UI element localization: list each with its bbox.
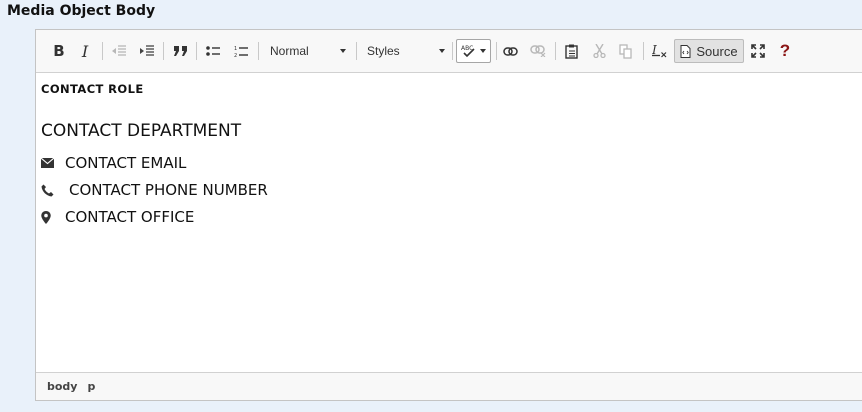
path-item-p[interactable]: p — [87, 380, 95, 393]
paste-button[interactable] — [562, 39, 580, 63]
source-icon — [680, 44, 691, 58]
styles-dropdown-label: Styles — [367, 44, 400, 58]
format-dropdown-label: Normal — [270, 44, 309, 58]
cut-button[interactable] — [590, 39, 608, 63]
field-label: Media Object Body — [7, 3, 156, 19]
copy-button[interactable] — [616, 39, 634, 63]
indent-icon — [140, 45, 154, 56]
remove-format-icon: I — [651, 44, 666, 58]
spellcheck-icon: ABC — [461, 45, 475, 58]
toolbar-separator — [356, 42, 357, 60]
link-button[interactable] — [501, 39, 519, 63]
envelope-icon — [41, 158, 59, 168]
spellcheck-button[interactable]: ABC — [456, 39, 491, 63]
maximize-button[interactable] — [749, 39, 767, 63]
rich-text-editor: B I 12 Normal Styles ABC I Source ? CONT… — [35, 29, 862, 401]
toolbar-separator — [496, 42, 497, 60]
format-dropdown[interactable]: Normal — [264, 39, 348, 63]
chevron-down-icon — [480, 49, 486, 53]
toolbar-separator — [643, 42, 644, 60]
path-item-body[interactable]: body — [47, 380, 77, 393]
blockquote-icon — [173, 46, 187, 56]
italic-button[interactable]: I — [76, 39, 94, 63]
phone-icon — [41, 184, 59, 197]
outdent-button[interactable] — [110, 39, 128, 63]
paste-icon — [564, 44, 578, 59]
contact-email: CONTACT EMAIL — [65, 154, 187, 172]
contact-phone-line: CONTACT PHONE NUMBER — [41, 181, 268, 199]
link-icon — [502, 46, 518, 56]
numbered-list-icon: 12 — [234, 46, 248, 58]
toolbar-separator — [102, 42, 103, 60]
chevron-down-icon — [340, 49, 346, 53]
svg-text:1: 1 — [234, 46, 237, 52]
editor-content-area[interactable]: CONTACT ROLE CONTACT DEPARTMENT CONTACT … — [36, 73, 862, 374]
cut-icon — [592, 44, 606, 58]
remove-format-button[interactable]: I — [650, 39, 668, 63]
styles-dropdown[interactable]: Styles — [361, 39, 447, 63]
copy-icon — [618, 43, 632, 59]
numbered-list-button[interactable]: 12 — [232, 39, 250, 63]
contact-office: CONTACT OFFICE — [65, 208, 195, 226]
map-marker-icon — [41, 210, 59, 224]
bold-button[interactable]: B — [50, 39, 68, 63]
blockquote-button[interactable] — [171, 39, 189, 63]
unlink-button[interactable] — [529, 39, 547, 63]
contact-role: CONTACT ROLE — [41, 82, 144, 96]
outdent-icon — [112, 45, 126, 56]
contact-office-line: CONTACT OFFICE — [41, 208, 194, 226]
bulleted-list-icon — [206, 46, 220, 56]
toolbar-separator — [163, 42, 164, 60]
toolbar-separator — [452, 42, 453, 60]
toolbar-separator — [555, 42, 556, 60]
source-button[interactable]: Source — [674, 39, 744, 63]
svg-text:2: 2 — [234, 53, 237, 58]
toolbar-separator — [196, 42, 197, 60]
unlink-icon — [530, 45, 546, 57]
toolbar-separator — [258, 42, 259, 60]
help-button[interactable]: ? — [776, 39, 794, 63]
chevron-down-icon — [439, 49, 445, 53]
source-button-label: Source — [696, 43, 738, 59]
bulleted-list-button[interactable] — [204, 39, 222, 63]
indent-button[interactable] — [138, 39, 156, 63]
maximize-icon — [751, 44, 765, 58]
editor-toolbar: B I 12 Normal Styles ABC I Source ? — [36, 30, 862, 73]
contact-email-line: CONTACT EMAIL — [41, 154, 186, 172]
contact-phone: CONTACT PHONE NUMBER — [69, 181, 268, 199]
element-path-bar: body p — [36, 372, 862, 400]
help-icon: ? — [779, 41, 791, 60]
contact-department: CONTACT DEPARTMENT — [41, 121, 242, 141]
